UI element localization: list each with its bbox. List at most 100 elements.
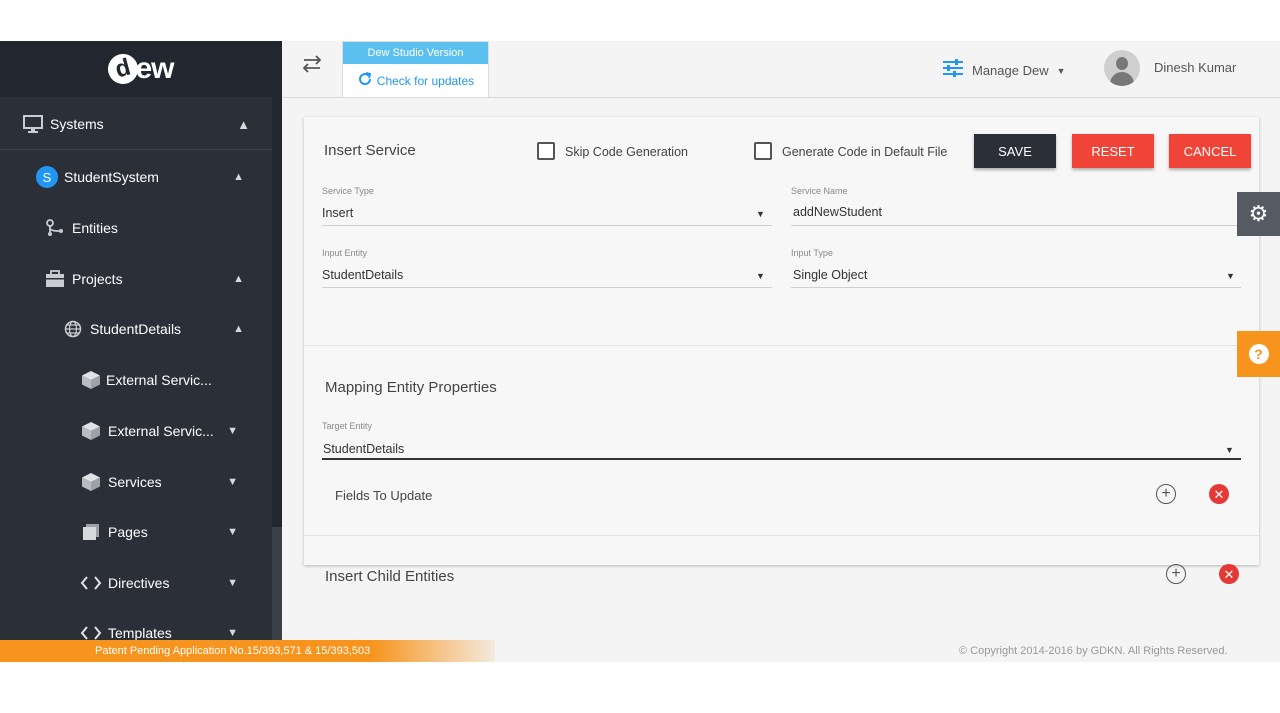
sidebar-item-systems[interactable]: Systems ▲ xyxy=(0,100,272,148)
skip-code-checkbox[interactable] xyxy=(537,142,555,160)
service-name-label: Service Name xyxy=(791,186,848,196)
briefcase-icon xyxy=(44,268,66,290)
chevron-down-icon[interactable]: ▼ xyxy=(227,425,238,437)
caret-down-icon: ▼ xyxy=(1056,65,1066,76)
cube-icon xyxy=(80,420,102,442)
input-type-underline xyxy=(791,287,1241,288)
entities-icon xyxy=(44,217,66,239)
service-name-underline xyxy=(791,225,1241,226)
remove-child-icon[interactable]: ✕ xyxy=(1219,564,1239,584)
skip-code-label[interactable]: Skip Code Generation xyxy=(565,145,688,159)
copyright-text: © Copyright 2014-2016 by GDKN. All Right… xyxy=(959,645,1228,657)
mapping-title: Mapping Entity Properties xyxy=(325,379,497,396)
dropdown-arrow-icon[interactable]: ▼ xyxy=(756,209,765,219)
add-child-icon[interactable]: + xyxy=(1166,564,1186,584)
sidebar-item-label: External Servic... xyxy=(108,423,214,439)
swap-arrows-icon[interactable] xyxy=(302,55,322,78)
cube-icon xyxy=(80,471,102,493)
sidebar-item-label: Templates xyxy=(108,625,172,641)
service-type-label: Service Type xyxy=(322,186,374,196)
sidebar-item-projects[interactable]: Projects ▲ xyxy=(0,255,272,303)
insert-service-card: Insert Service Skip Code Generation Gene… xyxy=(304,117,1259,585)
target-entity-select[interactable]: StudentDetails xyxy=(323,442,404,456)
remove-field-icon[interactable]: ✕ xyxy=(1209,484,1229,504)
sidebar-item-label: Systems xyxy=(50,116,104,132)
help-icon: ? xyxy=(1248,344,1269,364)
add-field-icon[interactable]: + xyxy=(1156,484,1176,504)
sidebar-item-studentdetails[interactable]: StudentDetails ▲ xyxy=(0,305,272,353)
input-type-select[interactable]: Single Object xyxy=(793,268,867,282)
service-type-select[interactable]: Insert xyxy=(322,206,353,220)
version-panel: Dew Studio Version Check for updates xyxy=(342,41,489,98)
sidebar-item-external-services-2[interactable]: External Servic... ▼ xyxy=(0,407,272,455)
chevron-down-icon[interactable]: ▼ xyxy=(227,627,238,639)
sidebar-item-label: External Servic... xyxy=(106,372,212,388)
top-bar: Dew Studio Version Check for updates Man… xyxy=(282,41,1280,98)
sidebar-item-pages[interactable]: Pages ▼ xyxy=(0,508,272,556)
check-updates-label: Check for updates xyxy=(376,74,475,88)
chevron-down-icon[interactable]: ▼ xyxy=(227,577,238,589)
sliders-icon xyxy=(942,58,964,83)
default-file-label[interactable]: Generate Code in Default File xyxy=(782,145,947,159)
sidebar: d ew Systems ▲ S StudentSystem ▲ Entitie… xyxy=(0,41,282,662)
avatar[interactable] xyxy=(1104,50,1140,86)
logo-text: ew xyxy=(135,52,174,85)
fields-to-update-label: Fields To Update xyxy=(335,488,433,503)
manage-dew-menu[interactable]: Manage Dew ▼ xyxy=(942,58,1066,83)
input-entity-underline xyxy=(322,287,772,288)
sidebar-item-directives[interactable]: Directives ▼ xyxy=(0,559,272,607)
sidebar-item-studentsystem[interactable]: S StudentSystem ▲ xyxy=(0,153,272,201)
avatar-body xyxy=(1110,72,1134,86)
refresh-icon xyxy=(357,71,373,92)
sidebar-item-label: Entities xyxy=(72,220,118,236)
avatar-head xyxy=(1116,57,1128,70)
sidebar-item-external-services-1[interactable]: External Servic... xyxy=(0,356,272,404)
globe-icon xyxy=(62,318,84,340)
sidebar-scrollbar-thumb[interactable] xyxy=(272,97,282,527)
input-entity-select[interactable]: StudentDetails xyxy=(322,268,403,282)
version-title: Dew Studio Version xyxy=(343,42,488,64)
patent-banner: Patent Pending Application No.15/393,571… xyxy=(0,640,495,662)
insert-child-label: Insert Child Entities xyxy=(325,568,455,585)
cancel-button[interactable]: CANCEL xyxy=(1169,134,1251,168)
code-icon xyxy=(80,572,102,594)
sidebar-item-entities[interactable]: Entities xyxy=(0,204,272,252)
sidebar-item-label: Services xyxy=(108,474,162,490)
input-type-label: Input Type xyxy=(791,248,833,258)
check-updates-link[interactable]: Check for updates xyxy=(343,64,488,98)
target-entity-label: Target Entity xyxy=(322,421,373,431)
dropdown-arrow-icon[interactable]: ▼ xyxy=(756,271,765,281)
help-tab[interactable]: ? xyxy=(1237,331,1280,377)
chevron-up-icon[interactable]: ▲ xyxy=(233,323,244,335)
manage-dew-label: Manage Dew xyxy=(972,63,1049,78)
dropdown-arrow-icon[interactable]: ▼ xyxy=(1225,445,1234,455)
sidebar-item-label: Directives xyxy=(108,575,170,591)
chevron-up-icon[interactable]: ▲ xyxy=(233,171,244,183)
sidebar-item-services[interactable]: Services ▼ xyxy=(0,458,272,506)
section-divider xyxy=(304,345,1259,346)
username[interactable]: Dinesh Kumar xyxy=(1154,60,1236,75)
chevron-down-icon[interactable]: ▼ xyxy=(227,476,238,488)
reset-button[interactable]: RESET xyxy=(1072,134,1154,168)
save-button[interactable]: SAVE xyxy=(974,134,1056,168)
sidebar-item-label: Pages xyxy=(108,524,148,540)
logo[interactable]: d ew xyxy=(0,41,282,97)
chevron-up-icon[interactable]: ▲ xyxy=(237,117,250,132)
chevron-down-icon[interactable]: ▼ xyxy=(227,526,238,538)
cube-icon xyxy=(80,369,102,391)
pages-icon xyxy=(80,521,102,543)
input-entity-label: Input Entity xyxy=(322,248,368,258)
card-title: Insert Service xyxy=(324,142,416,159)
sidebar-item-label: StudentSystem xyxy=(64,169,159,185)
chevron-up-icon[interactable]: ▲ xyxy=(233,273,244,285)
settings-tab[interactable]: ⚙ xyxy=(1237,192,1280,236)
dropdown-arrow-icon[interactable]: ▼ xyxy=(1226,271,1235,281)
system-badge: S xyxy=(36,166,58,188)
section-divider xyxy=(304,535,1259,536)
gear-icon: ⚙ xyxy=(1248,201,1269,226)
sidebar-divider xyxy=(0,149,272,150)
sidebar-item-label: StudentDetails xyxy=(90,321,182,337)
default-file-checkbox[interactable] xyxy=(754,142,772,160)
service-name-input[interactable]: addNewStudent xyxy=(793,205,882,219)
sidebar-item-label: Projects xyxy=(72,271,123,287)
